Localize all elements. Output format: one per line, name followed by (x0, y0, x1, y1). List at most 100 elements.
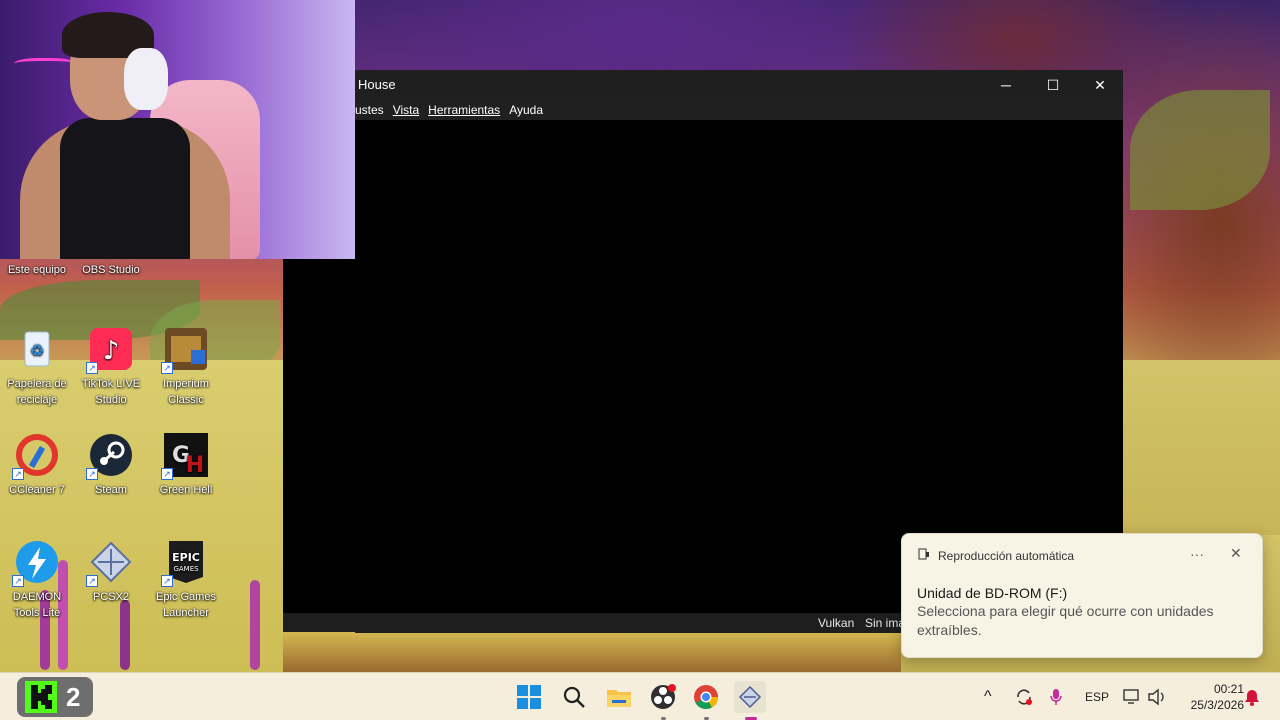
desktop-icon-label: TikTok LIVE Studio (81, 378, 141, 406)
shortcut-arrow-icon: ↗ (161, 575, 173, 587)
kick-widget[interactable]: 2 (17, 677, 93, 717)
tray-network-button[interactable] (1122, 673, 1142, 720)
more-options-icon[interactable]: ··· (1190, 546, 1204, 562)
kick-widget-count: 2 (66, 682, 81, 712)
close-icon: ✕ (1094, 76, 1106, 93)
svg-text:GAMES: GAMES (173, 565, 199, 573)
file-explorer-icon (607, 690, 631, 707)
chevron-up-icon: ^ (984, 688, 992, 705)
shortcut-arrow-icon: ↗ (86, 575, 98, 587)
shortcut-arrow-icon: ↗ (161, 468, 173, 480)
svg-text:EPIC: EPIC (172, 551, 200, 564)
notification-title: Unidad de BD-ROM (F:) (917, 585, 1068, 601)
webcam-overlay (0, 0, 355, 259)
recycle-bin-icon: ♻ (14, 326, 60, 372)
desktop-icon-epic-games[interactable]: EPIC GAMES ↗ Epic Games Launcher (149, 539, 223, 621)
headset (124, 48, 168, 110)
render-area-extension (283, 259, 355, 632)
tray-notifications-button[interactable] (1244, 673, 1260, 720)
epic-games-icon: EPIC GAMES ↗ (161, 539, 209, 587)
clock-date: 25/3/2026 (1190, 698, 1244, 712)
desktop-icon-ccleaner[interactable]: ↗ CCleaner 7 (0, 432, 74, 498)
desktop-icon-papelera[interactable]: ♻ Papelera de reciclaje (0, 326, 74, 408)
kick-icon (25, 681, 57, 713)
desktop-icon-pcsx2[interactable]: ↗ PCSX2 (74, 539, 148, 605)
tray-language-button[interactable]: ESP (1085, 673, 1109, 720)
desktop-icon-tiktok[interactable]: ♪ ↗ TikTok LIVE Studio (74, 326, 148, 408)
shortcut-arrow-icon: ↗ (12, 468, 24, 480)
desktop-icon-label: Este equipo (7, 264, 67, 276)
taskbar-clock[interactable]: 00:21 25/3/2026 (1172, 681, 1244, 713)
desktop-icon-label: Epic Games Launcher (156, 591, 216, 619)
desktop-icon-obs[interactable]: OBS Studio (74, 262, 148, 278)
desktop-icon-este-equipo[interactable]: Este equipo (0, 262, 74, 278)
svg-text:H: H (186, 453, 204, 478)
tray-volume-button[interactable] (1147, 673, 1167, 720)
menu-herramientas[interactable]: Herramientas (428, 103, 500, 117)
window-titlebar[interactable]: House ─ ☐ ✕ (355, 70, 1123, 100)
imperium-icon: ↗ (161, 326, 209, 374)
status-image-info: Sin ima (865, 616, 906, 630)
close-button[interactable]: ✕ (1077, 70, 1123, 100)
desktop-icon-daemon-tools[interactable]: ↗ DAEMON Tools Lite (0, 539, 74, 621)
minimize-button[interactable]: ─ (983, 70, 1029, 100)
green-hell-icon: GH ↗ (161, 432, 209, 480)
start-button[interactable] (513, 681, 545, 713)
notification-bell-icon (1245, 690, 1259, 706)
notification-app-name: Reproducción automática (938, 548, 1075, 563)
taskbar-obs[interactable] (647, 681, 679, 713)
autoplay-icon (918, 548, 930, 563)
desktop-icon-label: CCleaner 7 (9, 484, 65, 496)
search-button[interactable] (558, 681, 590, 713)
shortcut-arrow-icon: ↗ (161, 362, 173, 374)
status-renderer: Vulkan (818, 616, 855, 630)
desktop-icon-label: Steam (95, 484, 127, 496)
shortcut-arrow-icon: ↗ (86, 468, 98, 480)
autoplay-notification[interactable]: Reproducción automática ··· ✕ Unidad de … (901, 533, 1263, 658)
desktop-icon-label: Imperium Classic (163, 378, 209, 406)
menubar: ustes Vista Herramientas Ayuda (355, 100, 1123, 120)
taskbar: 2 ^ ESP 00:21 25/3/2026 (0, 672, 1280, 720)
svg-text:♪: ♪ (103, 336, 120, 366)
volume-icon (1148, 688, 1164, 706)
notification-close-icon[interactable]: ✕ (1230, 545, 1242, 562)
taskbar-chrome[interactable] (690, 681, 722, 713)
menu-ayuda[interactable]: Ayuda (509, 103, 543, 117)
network-icon (1123, 689, 1139, 704)
tray-sync-button[interactable] (1014, 673, 1034, 720)
chrome-icon (694, 685, 718, 710)
clock-time: 00:21 (1213, 682, 1244, 696)
ccleaner-icon: ↗ (12, 432, 60, 480)
language-indicator: ESP (1085, 690, 1110, 704)
desktop-icon-label: Papelera de reciclaje (7, 378, 67, 406)
notification-body: Selecciona para elegir qué ocurre con un… (917, 603, 1214, 638)
search-icon (563, 686, 585, 708)
desktop-icon-steam[interactable]: ↗ Steam (74, 432, 148, 498)
obs-icon (651, 684, 676, 709)
menu-vista[interactable]: Vista (393, 103, 419, 117)
desktop-icon-label: OBS Studio (82, 264, 140, 276)
tiktok-live-icon: ♪ ↗ (86, 326, 134, 374)
maximize-button[interactable]: ☐ (1030, 70, 1076, 100)
taskbar-pcsx2[interactable] (734, 681, 766, 713)
shortcut-arrow-icon: ↗ (86, 362, 98, 374)
sync-icon (1017, 689, 1032, 705)
pcsx2-icon (738, 685, 762, 709)
svg-text:♻: ♻ (30, 341, 44, 360)
desktop-icon-label: Green Hell (159, 484, 213, 496)
taskbar-file-explorer[interactable] (603, 681, 635, 713)
menu-ajustes[interactable]: ustes (355, 103, 384, 117)
tray-overflow-button[interactable]: ^ (984, 673, 992, 720)
window-title: House (358, 77, 396, 92)
desktop-icon-imperium[interactable]: ↗ Imperium Classic (149, 326, 223, 408)
neon-light (14, 58, 76, 72)
windows-start-icon (517, 685, 541, 709)
tray-microphone-button[interactable] (1048, 673, 1064, 720)
microphone-icon (1050, 689, 1062, 705)
desktop-icon-label: DAEMON Tools Lite (12, 591, 62, 619)
maximize-icon: ☐ (1046, 76, 1060, 93)
minimize-icon: ─ (1001, 77, 1011, 93)
desktop-icon-label: PCSX2 (92, 591, 130, 603)
notification-header: Reproducción automática (918, 548, 1074, 563)
desktop-icon-green-hell[interactable]: GH ↗ Green Hell (149, 432, 223, 498)
